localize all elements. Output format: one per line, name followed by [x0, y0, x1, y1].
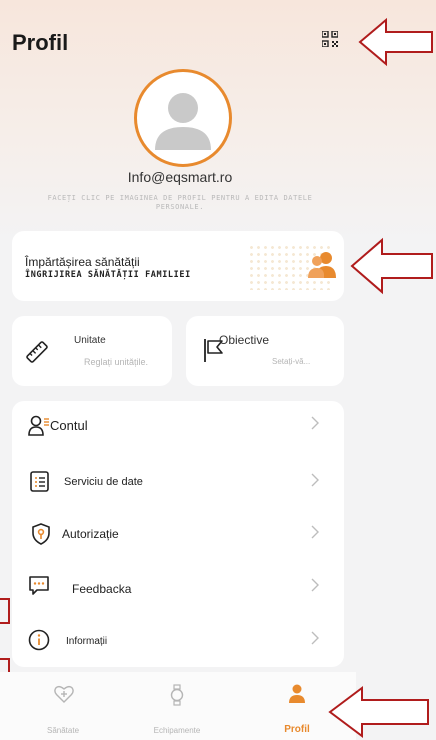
menu-item-label: Feedbacka	[72, 582, 132, 596]
menu-item-feedback[interactable]: Feedbacka	[12, 563, 344, 613]
document-list-icon	[30, 471, 49, 492]
watch-icon	[170, 684, 184, 706]
health-sharing-card[interactable]: Împărtășirea sănătății ÎNGRIJIREA SĂNĂTĂ…	[12, 231, 344, 301]
chevron-right-icon	[311, 473, 319, 487]
health-sharing-subtitle: ÎNGRIJIREA SĂNĂTĂȚII FAMILIEI	[25, 270, 191, 280]
chevron-right-icon	[311, 525, 319, 539]
menu-item-label: Autorizație	[62, 527, 119, 541]
nav-tab-devices[interactable]: Echipamente	[132, 672, 222, 740]
menu-item-account[interactable]: Contul	[12, 401, 344, 451]
chevron-right-icon	[311, 578, 319, 592]
objectives-card[interactable]: Obiective Setați-vă...	[186, 316, 344, 386]
annotation-arrow-icon	[350, 237, 433, 295]
heart-plus-icon	[54, 685, 74, 703]
avatar[interactable]	[134, 69, 232, 167]
chat-bubble-icon	[29, 576, 49, 595]
info-icon	[28, 629, 50, 651]
page-title: Profil	[12, 30, 69, 55]
annotation-arrow-icon	[328, 686, 429, 738]
annotation-arrow-icon	[358, 17, 433, 67]
objectives-title: Obiective	[219, 333, 270, 347]
nav-tab-health[interactable]: Sănătate	[18, 672, 108, 740]
annotation-box	[0, 598, 10, 624]
edit-profile-hint: FACEȚI CLIC PE IMAGINEA DE PROFIL PENTRU…	[47, 194, 313, 211]
ruler-icon	[26, 341, 48, 363]
health-sharing-title: Împărtășirea sănătății	[25, 255, 140, 269]
nav-tab-label: Echipamente	[153, 726, 201, 735]
qr-code-icon[interactable]	[322, 31, 338, 47]
chevron-right-icon	[311, 416, 319, 430]
objectives-subtitle: Setați-vă...	[272, 357, 311, 366]
profile-email: Info@eqsmart.ro	[127, 169, 233, 185]
person-icon	[289, 684, 305, 703]
settings-menu: Contul Serviciu de date Autorizație Feed…	[12, 401, 344, 667]
menu-item-label: Serviciu de date	[64, 476, 143, 488]
unit-card[interactable]: Unitate Reglați unitățile.	[12, 316, 172, 386]
menu-item-authorization[interactable]: Autorizație	[12, 510, 344, 560]
chevron-right-icon	[311, 631, 319, 645]
menu-item-label: Informații	[66, 636, 108, 647]
nav-tab-label: Sănătate	[46, 726, 80, 735]
menu-item-data-service[interactable]: Serviciu de date	[12, 458, 344, 508]
unit-subtitle: Reglați unitățile.	[84, 357, 149, 367]
user-silhouette-icon	[155, 93, 211, 150]
family-icon	[308, 252, 336, 278]
unit-title: Unitate	[74, 335, 106, 346]
menu-item-information[interactable]: Informații	[12, 616, 344, 666]
shield-key-icon	[32, 523, 50, 545]
account-icon	[28, 415, 49, 436]
bottom-navigation: Sănătate Echipamente Profil	[0, 672, 356, 740]
menu-item-label: Contul	[50, 418, 88, 433]
